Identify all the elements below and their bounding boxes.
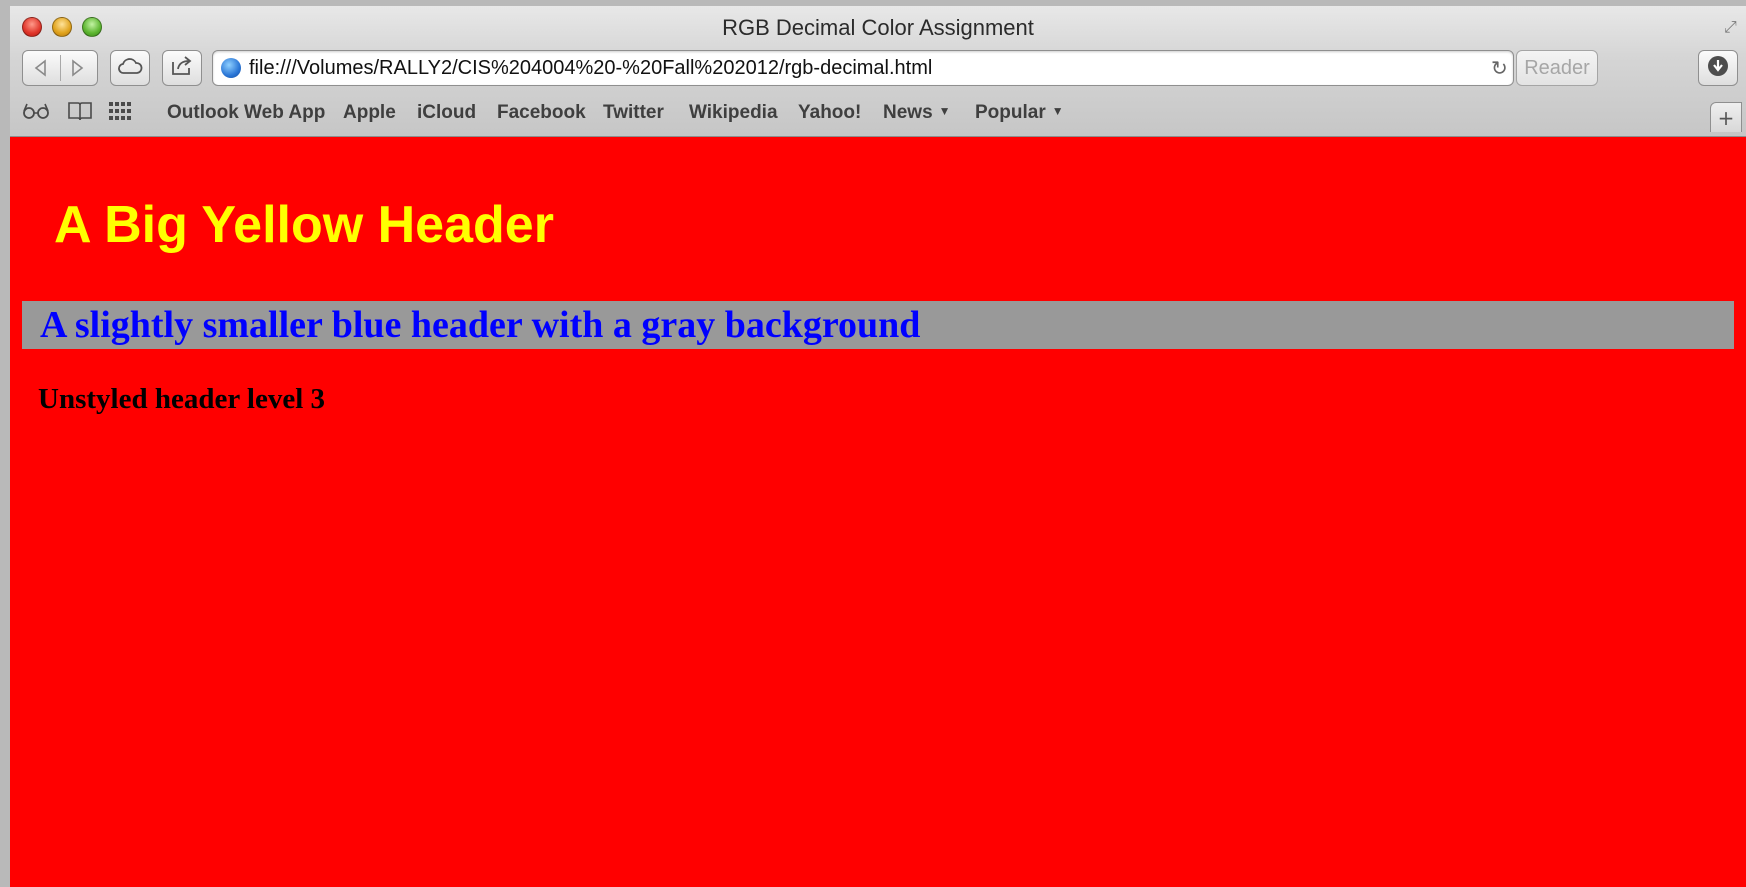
new-tab-plus-icon[interactable]: + xyxy=(1710,102,1742,132)
page-heading-h3: Unstyled header level 3 xyxy=(38,383,326,415)
top-sites-grid-icon[interactable] xyxy=(108,100,132,127)
cloud-icon xyxy=(117,56,143,80)
reading-list-icon[interactable] xyxy=(22,100,50,127)
page-heading-h2: A slightly smaller blue header with a gr… xyxy=(22,301,1734,349)
browser-window: RGB Decimal Color Assignment ⤢ file:///V… xyxy=(10,6,1746,887)
address-url[interactable]: file:///Volumes/RALLY2/CIS%204004%20-%20… xyxy=(249,57,932,80)
icloud-tabs-button[interactable] xyxy=(110,50,150,86)
bookmark-yahoo[interactable]: Yahoo! xyxy=(798,102,861,124)
toolbar: file:///Volumes/RALLY2/CIS%204004%20-%20… xyxy=(10,50,1746,90)
bookmarks-bar: Outlook Web App Apple iCloud Facebook Tw… xyxy=(10,94,1746,134)
bookmark-folder-news-label: News xyxy=(883,102,933,123)
share-button[interactable] xyxy=(162,50,202,86)
forward-arrow-icon[interactable] xyxy=(69,59,85,81)
globe-icon xyxy=(221,58,241,78)
bookmark-folder-news[interactable]: News ▼ xyxy=(883,102,951,124)
reader-button[interactable]: Reader xyxy=(1516,50,1598,86)
back-arrow-icon[interactable] xyxy=(33,59,49,81)
chevron-down-icon: ▼ xyxy=(938,104,951,118)
downloads-button[interactable] xyxy=(1698,50,1738,86)
bookmark-folder-popular-label: Popular xyxy=(975,102,1046,123)
bookmark-wikipedia[interactable]: Wikipedia xyxy=(689,102,778,124)
chevron-down-icon: ▼ xyxy=(1051,104,1064,118)
window-title: RGB Decimal Color Assignment xyxy=(722,15,1034,40)
share-icon xyxy=(170,56,194,80)
back-forward-buttons xyxy=(22,50,98,86)
bookmark-twitter[interactable]: Twitter xyxy=(603,102,664,124)
page-heading-h1: A Big Yellow Header xyxy=(54,196,554,254)
fullscreen-icon[interactable]: ⤢ xyxy=(1724,18,1742,36)
bookmark-folder-popular[interactable]: Popular ▼ xyxy=(975,102,1064,124)
bookmarks-book-icon[interactable] xyxy=(66,100,94,127)
download-icon xyxy=(1707,55,1729,81)
bookmark-outlook-web-app[interactable]: Outlook Web App xyxy=(167,102,325,124)
browser-chrome: RGB Decimal Color Assignment ⤢ file:///V… xyxy=(10,6,1746,137)
address-bar[interactable]: file:///Volumes/RALLY2/CIS%204004%20-%20… xyxy=(212,50,1514,86)
reload-icon[interactable]: ↻ xyxy=(1491,56,1508,80)
bookmark-apple[interactable]: Apple xyxy=(343,102,396,124)
bookmark-facebook[interactable]: Facebook xyxy=(497,102,586,124)
bookmark-icloud[interactable]: iCloud xyxy=(417,102,476,124)
page-content: A Big Yellow Header A slightly smaller b… xyxy=(10,137,1746,887)
title-bar: RGB Decimal Color Assignment ⤢ xyxy=(10,6,1746,46)
